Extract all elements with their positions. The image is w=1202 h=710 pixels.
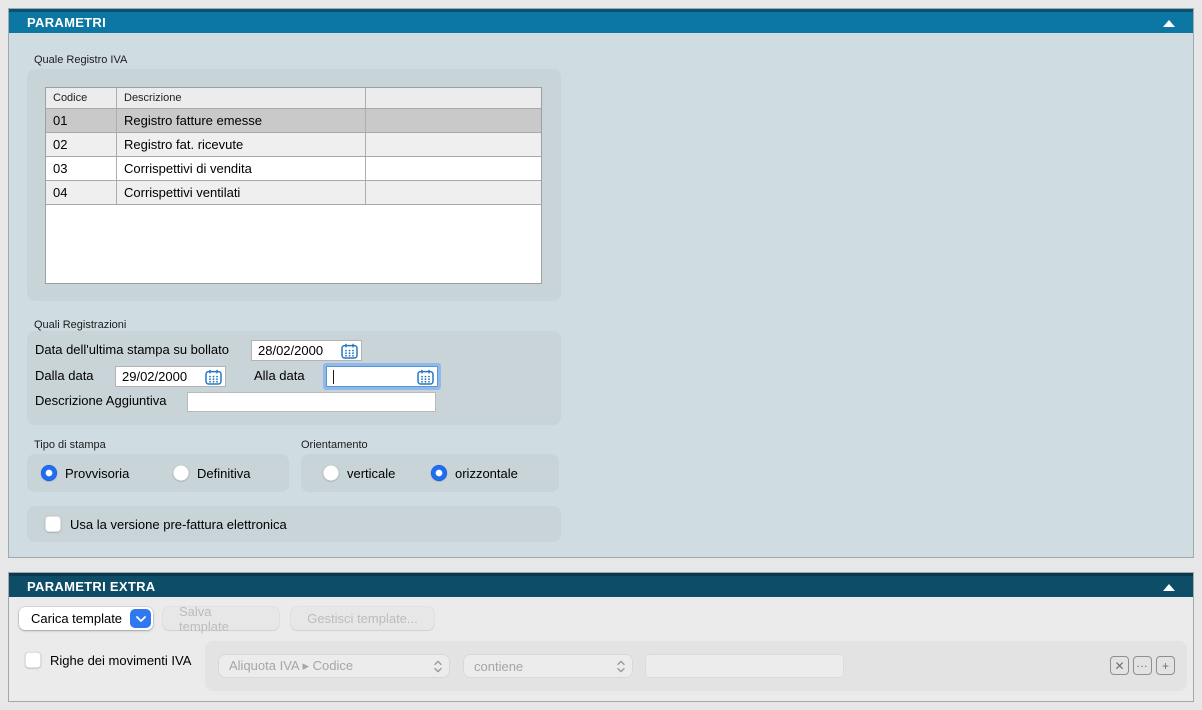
cell-descrizione: Corrispettivi di vendita — [117, 157, 366, 180]
checkbox-unchecked-icon[interactable] — [45, 516, 61, 532]
cell-codice: 04 — [46, 181, 117, 204]
calendar-icon[interactable] — [417, 369, 434, 385]
calendar-icon[interactable] — [341, 343, 358, 359]
text-caret — [333, 370, 334, 384]
cell-codice: 01 — [46, 109, 117, 132]
filter-value-input[interactable] — [646, 655, 843, 677]
ultima-stampa-date-field[interactable]: 28/02/2000 — [251, 340, 362, 361]
cell-descrizione: Corrispettivi ventilati — [117, 181, 366, 204]
chevron-down-icon[interactable] — [130, 609, 151, 628]
section-label-quale-registro: Quale Registro IVA — [34, 54, 127, 66]
x-icon: ✕ — [1114, 659, 1124, 673]
section-label-orientamento: Orientamento — [301, 439, 368, 451]
collapse-arrow-icon[interactable] — [1163, 584, 1175, 591]
section-label-quali-registrazioni: Quali Registrazioni — [34, 319, 126, 331]
descrizione-aggiuntiva-input[interactable] — [187, 392, 436, 412]
carica-template-button[interactable]: Carica template — [19, 607, 153, 630]
collapse-arrow-icon[interactable] — [1163, 20, 1175, 27]
label-alla-data: Alla data — [254, 368, 305, 383]
alla-data-date-field[interactable] — [326, 366, 438, 387]
radio-orizzontale[interactable]: orizzontale — [431, 465, 518, 481]
table-row[interactable]: 01 Registro fatture emesse — [46, 109, 541, 133]
label-descrizione-aggiuntiva: Descrizione Aggiuntiva — [35, 393, 167, 408]
panel-parametri: PARAMETRI Quale Registro IVA Codice Desc… — [8, 8, 1194, 558]
table-row[interactable]: 03 Corrispettivi di vendita — [46, 157, 541, 181]
checkbox-righe-movimenti-iva[interactable]: Righe dei movimenti IVA — [25, 652, 191, 668]
radio-on-icon[interactable] — [41, 465, 57, 481]
label-ultima-stampa: Data dell'ultima stampa su bollato — [35, 342, 229, 357]
registro-iva-table: Codice Descrizione 01 Registro fatture e… — [45, 87, 542, 284]
radio-definitiva[interactable]: Definitiva — [173, 465, 250, 481]
iva-filter-row: Aliquota IVA ▸ Codice contiene ✕ … + — [205, 641, 1187, 691]
radio-off-icon[interactable] — [173, 465, 189, 481]
clear-filter-button[interactable]: ✕ — [1110, 656, 1129, 675]
radio-on-icon[interactable] — [431, 465, 447, 481]
group-quali-registrazioni: Data dell'ultima stampa su bollato 28/02… — [27, 331, 561, 425]
cell-codice: 02 — [46, 133, 117, 156]
section-label-tipo-stampa: Tipo di stampa — [34, 439, 106, 451]
panel-parametri-extra: PARAMETRI EXTRA Carica template Salva te… — [8, 572, 1194, 702]
add-filter-button[interactable]: + — [1156, 656, 1175, 675]
filter-field-select[interactable]: Aliquota IVA ▸ Codice — [219, 655, 449, 677]
panel-extra-header[interactable]: PARAMETRI EXTRA — [9, 573, 1193, 597]
group-orientamento: verticale orizzontale — [301, 454, 559, 492]
date-value: 28/02/2000 — [258, 343, 323, 358]
checkbox-pre-fattura[interactable]: Usa la versione pre-fattura elettronica — [45, 516, 287, 532]
radio-verticale[interactable]: verticale — [323, 465, 395, 481]
plus-icon: + — [1162, 659, 1169, 673]
salva-template-button[interactable]: Salva template — [163, 607, 279, 630]
calendar-icon[interactable] — [205, 369, 222, 385]
panel-parametri-header[interactable]: PARAMETRI — [9, 9, 1193, 33]
cell-descrizione: Registro fat. ricevute — [117, 133, 366, 156]
radio-off-icon[interactable] — [323, 465, 339, 481]
column-header-empty — [366, 88, 541, 108]
cell-codice: 03 — [46, 157, 117, 180]
group-tipo-stampa: Provvisoria Definitiva — [27, 454, 289, 492]
filter-action-buttons: ✕ … + — [1110, 656, 1175, 675]
table-header-row: Codice Descrizione — [46, 88, 541, 109]
more-options-button[interactable]: … — [1133, 656, 1152, 675]
checkbox-unchecked-icon[interactable] — [25, 652, 41, 668]
group-pre-fattura: Usa la versione pre-fattura elettronica — [27, 506, 561, 542]
cell-descrizione: Registro fatture emesse — [117, 109, 366, 132]
panel-title: PARAMETRI — [27, 15, 106, 30]
select-arrows-icon — [617, 660, 625, 673]
radio-provvisoria[interactable]: Provvisoria — [41, 465, 129, 481]
table-row[interactable]: 02 Registro fat. ricevute — [46, 133, 541, 157]
column-header-codice[interactable]: Codice — [46, 88, 117, 108]
dalla-data-date-field[interactable]: 29/02/2000 — [115, 366, 226, 387]
panel-title: PARAMETRI EXTRA — [27, 579, 155, 594]
gestisci-template-button[interactable]: Gestisci template... — [291, 607, 434, 630]
column-header-descrizione[interactable]: Descrizione — [117, 88, 366, 108]
date-value: 29/02/2000 — [122, 369, 187, 384]
select-arrows-icon — [434, 660, 442, 673]
filter-operator-select[interactable]: contiene — [464, 655, 632, 677]
label-dalla-data: Dalla data — [35, 368, 94, 383]
ellipsis-icon: … — [1136, 656, 1149, 670]
table-row[interactable]: 04 Corrispettivi ventilati — [46, 181, 541, 205]
